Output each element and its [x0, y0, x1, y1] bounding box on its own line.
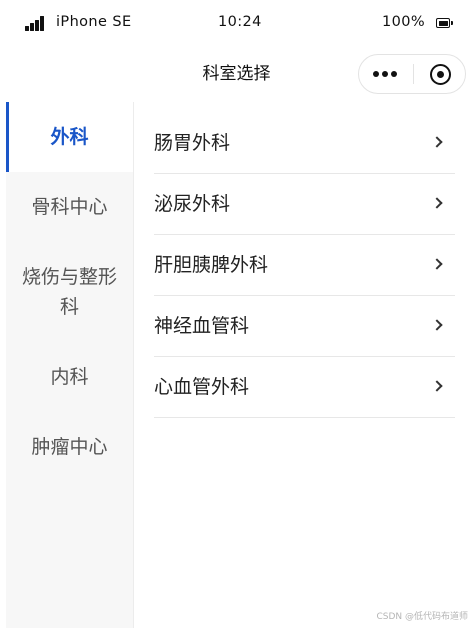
list-item-label: 心血管外科	[154, 376, 250, 398]
more-dots-icon[interactable]	[359, 55, 413, 93]
sidebar-item-orthopedics[interactable]: 骨科中心	[6, 172, 133, 242]
chevron-right-icon	[431, 319, 443, 331]
list-item-label: 肝胆胰脾外科	[154, 254, 269, 276]
list-item[interactable]: 肠胃外科	[154, 113, 455, 174]
sidebar-item-label: 外科	[50, 126, 89, 148]
list-item[interactable]: 泌尿外科	[154, 174, 455, 235]
navigation-bar: 科室选择	[0, 46, 473, 102]
sidebar-item-label: 骨科中心	[31, 196, 108, 218]
sidebar-item-internal-medicine[interactable]: 内科	[6, 342, 133, 412]
battery-icon	[436, 18, 453, 28]
sidebar-item-oncology[interactable]: 肿瘤中心	[6, 412, 133, 482]
sidebar-divider	[133, 102, 134, 628]
list-item[interactable]: 肝胆胰脾外科	[154, 235, 455, 296]
menu-capsule	[358, 54, 466, 94]
sidebar-item-label: 烧伤与整形科	[21, 266, 117, 318]
battery-percentage: 100%	[382, 14, 426, 30]
chevron-right-icon	[431, 380, 443, 392]
carrier-name: iPhone SE	[56, 14, 132, 30]
department-list: 肠胃外科 泌尿外科 肝胆胰脾外科 神经血管科 心血管外科	[154, 113, 455, 418]
sidebar-item-label: 肿瘤中心	[31, 436, 108, 458]
list-item-label: 泌尿外科	[154, 193, 231, 215]
status-time: 10:24	[218, 14, 262, 30]
sidebar-item-burns-plastic[interactable]: 烧伤与整形科	[6, 242, 133, 342]
chevron-right-icon	[431, 136, 443, 148]
target-close-icon[interactable]	[414, 55, 466, 93]
sidebar-item-label: 内科	[50, 366, 89, 388]
sidebar-item-surgery[interactable]: 外科	[6, 102, 133, 172]
list-item-label: 肠胃外科	[154, 132, 231, 154]
status-bar: iPhone SE 10:24 100%	[0, 0, 473, 46]
list-item-label: 神经血管科	[154, 315, 250, 337]
list-item[interactable]: 神经血管科	[154, 296, 455, 357]
list-item[interactable]: 心血管外科	[154, 357, 455, 418]
chevron-right-icon	[431, 258, 443, 270]
chevron-right-icon	[431, 197, 443, 209]
watermark: CSDN @低代码布道师	[376, 612, 468, 622]
department-sidebar: 外科 骨科中心 烧伤与整形科 内科 肿瘤中心	[6, 102, 133, 628]
signal-bars-icon	[25, 16, 45, 31]
